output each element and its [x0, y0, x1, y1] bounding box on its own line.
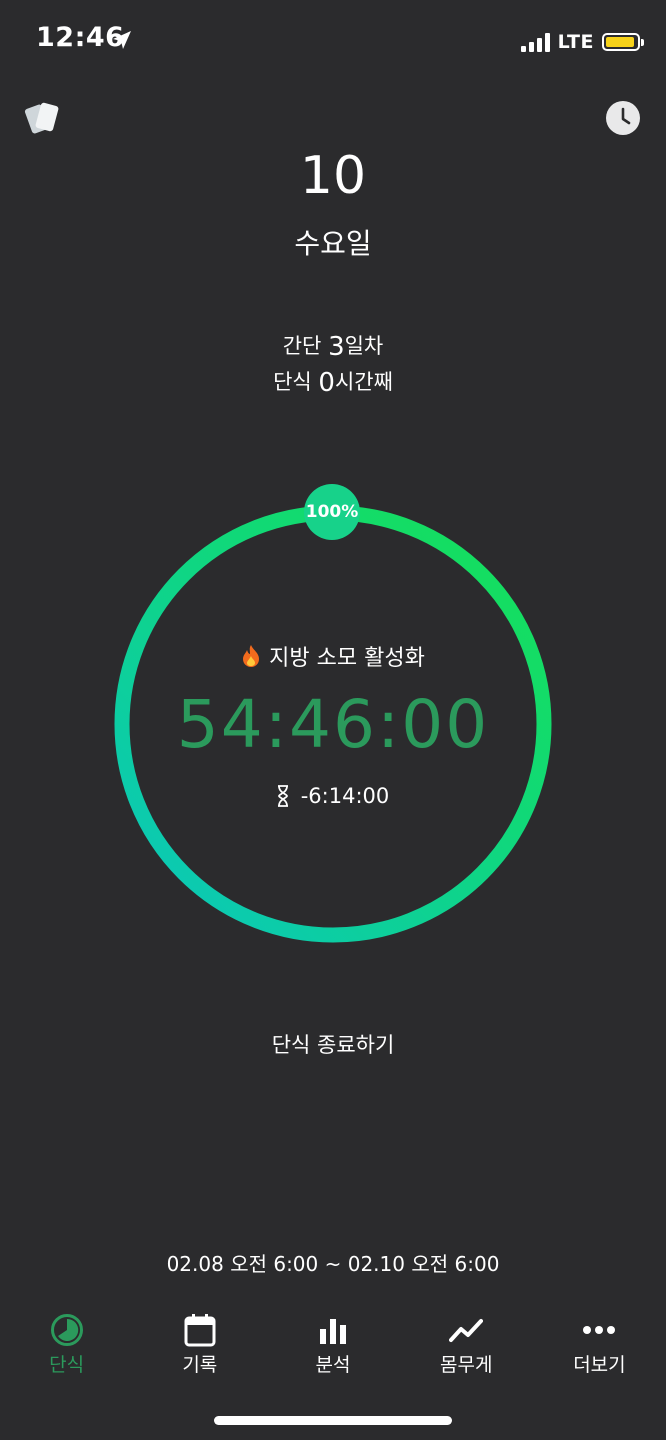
clock-icon[interactable]: [605, 100, 641, 136]
home-indicator[interactable]: [214, 1416, 452, 1425]
more-dots-icon: [583, 1326, 616, 1334]
fasting-hour-count: 단식 0시간째: [0, 366, 666, 398]
intermittent-suffix: 일차: [344, 334, 384, 358]
fasting-timer-icon: [50, 1314, 83, 1346]
tab-more[interactable]: 더보기: [533, 1306, 666, 1396]
weekday: 수요일: [294, 227, 372, 260]
date-number: 10: [299, 146, 367, 206]
bottom-tab-bar: 단식 기록 분석 몸무게 더보기: [0, 1306, 666, 1396]
trend-line-icon: [449, 1319, 484, 1342]
remaining-label: -6:14:00: [300, 784, 390, 808]
tab-label: 단식: [49, 1354, 85, 1376]
battery-icon: [602, 33, 644, 51]
intermittent-days: 3: [328, 332, 345, 362]
phase-label: 지방 소모 활성화: [269, 646, 425, 671]
tab-fasting[interactable]: 단식: [0, 1306, 133, 1396]
status-indicators: LTE: [520, 28, 644, 56]
tab-label: 몸무게: [439, 1354, 493, 1376]
fasting-prefix: 단식: [273, 370, 319, 394]
fasting-phase: 지방 소모 활성화: [0, 640, 666, 672]
intermittent-day-count: 간단 3일차: [0, 330, 666, 362]
fasting-suffix: 시간째: [334, 370, 393, 394]
cellular-signal-icon: [520, 32, 550, 52]
tab-weight[interactable]: 몸무게: [400, 1306, 533, 1396]
fasting-hours: 0: [318, 368, 335, 398]
tab-records[interactable]: 기록: [133, 1306, 266, 1396]
bar-chart-icon: [320, 1319, 346, 1344]
tab-label: 분석: [315, 1354, 351, 1376]
hourglass-icon: [277, 785, 288, 807]
fasting-schedule-range: 02.08 오전 6:00 ~ 02.10 오전 6:00: [166, 1252, 500, 1276]
tab-analysis[interactable]: 분석: [266, 1306, 399, 1396]
progress-percent-badge: 100%: [304, 484, 360, 540]
end-fast-button[interactable]: 단식 종료하기: [233, 1025, 433, 1065]
tab-label: 더보기: [573, 1354, 626, 1376]
remaining-time: -6:14:00: [0, 784, 666, 808]
location-arrow-icon: [113, 31, 131, 49]
intermittent-prefix: 간단: [282, 334, 329, 358]
elapsed-timer: 54:46:00: [176, 686, 490, 763]
flame-icon: [243, 645, 260, 667]
cards-icon[interactable]: [24, 98, 64, 138]
tab-label: 기록: [182, 1354, 218, 1376]
calendar-icon: [184, 1314, 216, 1347]
network-type: LTE: [557, 31, 594, 53]
